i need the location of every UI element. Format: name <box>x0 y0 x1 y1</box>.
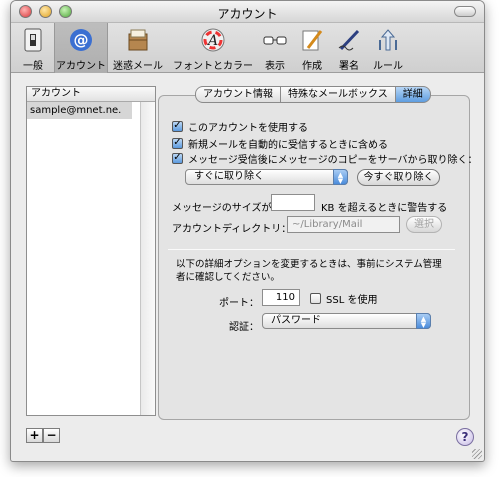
checkmark-icon: ✓ <box>172 120 183 132</box>
add-account-button[interactable]: + <box>26 428 43 443</box>
account-directory-label: アカウントディレクトリ： <box>172 224 292 235</box>
svg-text:@: @ <box>74 31 89 49</box>
account-list-item[interactable]: sample@mnet.ne. <box>27 102 132 119</box>
toolbar-general[interactable]: 一般 <box>13 23 53 73</box>
toolbar-label: 作成 <box>302 61 322 72</box>
remove-now-button[interactable]: 今すぐ取り除く <box>357 169 440 186</box>
toolbar-label: 迷惑メール <box>113 61 163 72</box>
remove-copy-label: メッセージ受信後にメッセージのコピーをサーバから取り除く： <box>188 154 478 166</box>
toolbar-label: アカウント <box>56 61 106 72</box>
junk-mail-icon <box>125 27 151 53</box>
use-ssl-checkbox[interactable]: SSL を使用 <box>310 291 378 306</box>
message-size-field[interactable] <box>271 194 315 211</box>
toolbar-junk-mail[interactable]: 迷惑メール <box>109 23 167 73</box>
section-divider <box>168 249 455 250</box>
popup-arrows-icon: ▲ ▼ <box>416 313 431 329</box>
compose-pencil-icon <box>299 27 325 53</box>
toolbar-signatures[interactable]: 署名 <box>331 23 367 73</box>
toolbar-viewing[interactable]: 表示 <box>257 23 293 73</box>
auto-receive-checkbox[interactable]: ✓ 新規メールを自動的に受信するときに含める <box>172 136 388 151</box>
title-bar[interactable]: アカウント <box>11 1 484 23</box>
tab-advanced[interactable]: 詳細 <box>395 86 431 103</box>
port-label: ポート： <box>219 298 259 309</box>
port-field[interactable]: 110 <box>262 289 300 306</box>
choose-directory-button[interactable]: 選択 <box>406 216 442 233</box>
use-ssl-label: SSL を使用 <box>326 294 378 306</box>
checkmark-icon: ✓ <box>172 137 183 149</box>
use-account-checkbox[interactable]: ✓ このアカウントを使用する <box>172 119 308 134</box>
toolbar-composing[interactable]: 作成 <box>294 23 330 73</box>
font-color-icon: A <box>200 27 226 53</box>
auth-value: パスワード <box>271 315 321 326</box>
toolbar-label: 署名 <box>339 61 359 72</box>
toolbar-label: 一般 <box>23 61 43 72</box>
account-directory-field[interactable]: ~/Library/Mail <box>287 216 400 233</box>
popup-arrows-icon: ▲ ▼ <box>333 169 348 185</box>
message-size-suffix: KB を超えるときに警告する <box>321 203 448 214</box>
resize-grip-icon[interactable] <box>472 449 482 459</box>
signature-pen-icon <box>336 27 362 53</box>
auth-label: 認証： <box>229 322 259 333</box>
account-list-header: アカウント <box>27 87 155 102</box>
remove-timing-value: すぐに取り除く <box>194 171 264 182</box>
toolbar-label: フォントとカラー <box>173 61 253 72</box>
toolbar-label: 表示 <box>265 61 285 72</box>
window-title: アカウント <box>217 7 278 21</box>
auth-popup[interactable]: パスワード ▲ ▼ <box>262 313 431 329</box>
remove-copy-checkbox[interactable]: ✓ メッセージ受信後にメッセージのコピーをサーバから取り除く： <box>172 151 478 166</box>
glasses-icon <box>262 27 288 53</box>
toolbar-toggle-button[interactable] <box>454 6 476 17</box>
toolbar-label: ルール <box>373 61 403 72</box>
toolbar-accounts[interactable]: @ アカウント <box>54 23 108 73</box>
toolbar-fonts-colors[interactable]: A フォントとカラー <box>169 23 257 73</box>
checkbox-empty-icon <box>310 292 321 304</box>
help-button[interactable]: ? <box>456 428 474 446</box>
light-switch-icon <box>20 27 46 53</box>
tab-bar: アカウント情報 特殊なメールボックス 詳細 <box>195 86 431 103</box>
tab-special-mailboxes[interactable]: 特殊なメールボックス <box>281 86 396 103</box>
remove-timing-popup[interactable]: すぐに取り除く ▲ ▼ <box>185 169 348 185</box>
at-sign-icon: @ <box>68 27 94 53</box>
remove-account-button[interactable]: − <box>43 428 60 443</box>
account-list[interactable]: アカウント sample@mnet.ne. <box>26 86 156 416</box>
message-size-label: メッセージのサイズが <box>172 203 272 214</box>
auto-receive-label: 新規メールを自動的に受信するときに含める <box>188 139 388 151</box>
rules-arrows-icon <box>375 27 401 53</box>
account-list-scrollbar[interactable] <box>140 102 155 415</box>
tab-account-info[interactable]: アカウント情報 <box>195 86 281 103</box>
checkmark-icon: ✓ <box>172 152 183 164</box>
toolbar-rules[interactable]: ルール <box>368 23 408 73</box>
use-account-label: このアカウントを使用する <box>188 122 308 134</box>
admin-note: 以下の詳細オプションを変更するときは、事前にシステム管理者に確認してください。 <box>176 259 442 283</box>
toolbar: 一般 @ アカウント 迷惑メール A フォントとカラー 表示 作成 署名 ルール <box>11 23 484 73</box>
svg-text:A: A <box>206 33 218 49</box>
